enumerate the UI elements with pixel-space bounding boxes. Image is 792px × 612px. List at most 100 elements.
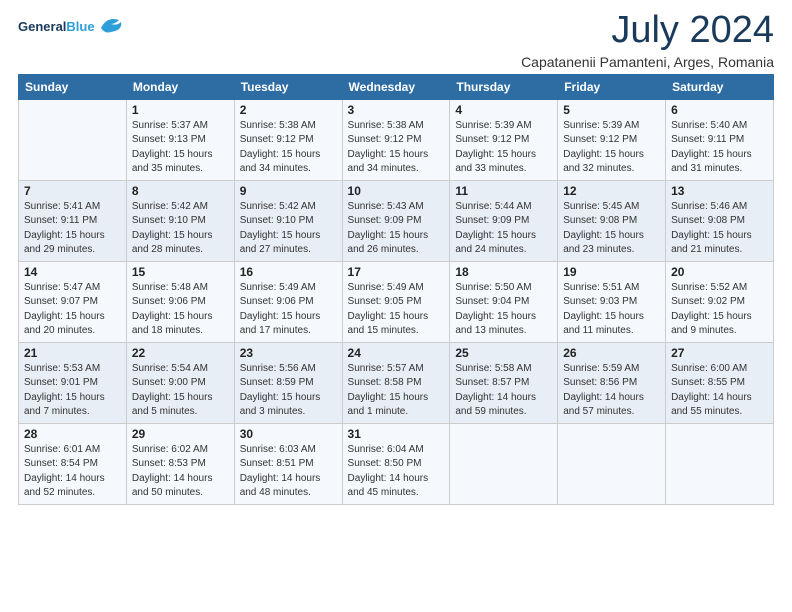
logo-blue: Blue: [66, 19, 94, 34]
day-info: Sunrise: 5:39 AMSunset: 9:12 PMDaylight:…: [455, 119, 552, 177]
day-number: 3: [348, 103, 445, 117]
weekday-header-tuesday: Tuesday: [234, 74, 342, 99]
day-number: 23: [240, 346, 337, 360]
day-cell: 24 Sunrise: 5:57 AMSunset: 8:58 PMDayligh…: [342, 342, 450, 423]
day-cell: 31 Sunrise: 6:04 AMSunset: 8:50 PMDayligh…: [342, 423, 450, 504]
day-cell: 8 Sunrise: 5:42 AMSunset: 9:10 PMDaylight…: [126, 180, 234, 261]
day-info: Sunrise: 6:01 AMSunset: 8:54 PMDaylight:…: [24, 443, 121, 501]
week-row-2: 7Sunrise: 5:41 AMSunset: 9:11 PMDaylight…: [19, 180, 774, 261]
day-info: Sunrise: 5:38 AMSunset: 9:12 PMDaylight:…: [348, 119, 445, 177]
day-cell: 14 Sunrise: 5:47 AMSunset: 9:07 PMDayligh…: [19, 261, 127, 342]
day-cell: 16 Sunrise: 5:49 AMSunset: 9:06 PMDayligh…: [234, 261, 342, 342]
day-info: Sunrise: 5:47 AMSunset: 9:07 PMDaylight:…: [24, 281, 121, 339]
day-info: Sunrise: 5:40 AMSunset: 9:11 PMDaylight:…: [671, 119, 768, 177]
day-cell: [666, 423, 774, 504]
day-info: Sunrise: 5:39 AMSunset: 9:12 PMDaylight:…: [563, 119, 660, 177]
day-cell: 13Sunrise: 5:46 AMSunset: 9:08 PMDayligh…: [666, 180, 774, 261]
day-cell: 18Sunrise: 5:50 AMSunset: 9:04 PMDayligh…: [450, 261, 558, 342]
day-number: 12: [563, 184, 660, 198]
day-info: Sunrise: 5:58 AMSunset: 8:57 PMDaylight:…: [455, 362, 552, 420]
day-number: 17: [348, 265, 445, 279]
day-number: 11: [455, 184, 552, 198]
day-number: 22: [132, 346, 229, 360]
weekday-header-sunday: Sunday: [19, 74, 127, 99]
day-info: Sunrise: 5:43 AMSunset: 9:09 PMDaylight:…: [348, 200, 445, 258]
day-number: 9: [240, 184, 337, 198]
day-cell: 25 Sunrise: 5:58 AMSunset: 8:57 PMDayligh…: [450, 342, 558, 423]
day-cell: 27Sunrise: 6:00 AMSunset: 8:55 PMDayligh…: [666, 342, 774, 423]
day-number: 19: [563, 265, 660, 279]
day-cell: 20Sunrise: 5:52 AMSunset: 9:02 PMDayligh…: [666, 261, 774, 342]
day-cell: 5 Sunrise: 5:39 AMSunset: 9:12 PMDaylight…: [558, 99, 666, 180]
day-number: 26: [563, 346, 660, 360]
day-cell: 1Sunrise: 5:37 AMSunset: 9:13 PMDaylight…: [126, 99, 234, 180]
day-cell: 30 Sunrise: 6:03 AMSunset: 8:51 PMDayligh…: [234, 423, 342, 504]
day-info: Sunrise: 5:56 AMSunset: 8:59 PMDaylight:…: [240, 362, 337, 420]
week-row-3: 14 Sunrise: 5:47 AMSunset: 9:07 PMDayligh…: [19, 261, 774, 342]
logo-general: General: [18, 19, 66, 34]
day-number: 16: [240, 265, 337, 279]
day-info: Sunrise: 5:46 AMSunset: 9:08 PMDaylight:…: [671, 200, 768, 258]
day-info: Sunrise: 5:48 AMSunset: 9:06 PMDaylight:…: [132, 281, 229, 339]
day-cell: 29Sunrise: 6:02 AMSunset: 8:53 PMDayligh…: [126, 423, 234, 504]
week-row-5: 28 Sunrise: 6:01 AMSunset: 8:54 PMDayligh…: [19, 423, 774, 504]
day-info: Sunrise: 6:04 AMSunset: 8:50 PMDaylight:…: [348, 443, 445, 501]
day-number: 10: [348, 184, 445, 198]
day-number: 6: [671, 103, 768, 117]
day-cell: 15 Sunrise: 5:48 AMSunset: 9:06 PMDayligh…: [126, 261, 234, 342]
month-title: July 2024: [521, 10, 774, 52]
location-title: Capatanenii Pamanteni, Arges, Romania: [521, 54, 774, 70]
day-info: Sunrise: 5:37 AMSunset: 9:13 PMDaylight:…: [132, 119, 229, 177]
day-cell: 12 Sunrise: 5:45 AMSunset: 9:08 PMDayligh…: [558, 180, 666, 261]
day-number: 25: [455, 346, 552, 360]
header: GeneralBlue July 2024 Capatanenii Pamant…: [18, 10, 774, 70]
weekday-header-thursday: Thursday: [450, 74, 558, 99]
day-number: 31: [348, 427, 445, 441]
day-number: 2: [240, 103, 337, 117]
day-info: Sunrise: 6:03 AMSunset: 8:51 PMDaylight:…: [240, 443, 337, 501]
day-cell: [450, 423, 558, 504]
day-info: Sunrise: 6:02 AMSunset: 8:53 PMDaylight:…: [132, 443, 229, 501]
day-cell: 11 Sunrise: 5:44 AMSunset: 9:09 PMDayligh…: [450, 180, 558, 261]
day-info: Sunrise: 5:38 AMSunset: 9:12 PMDaylight:…: [240, 119, 337, 177]
day-cell: 19Sunrise: 5:51 AMSunset: 9:03 PMDayligh…: [558, 261, 666, 342]
day-number: 5: [563, 103, 660, 117]
day-cell: 6 Sunrise: 5:40 AMSunset: 9:11 PMDaylight…: [666, 99, 774, 180]
day-cell: 4Sunrise: 5:39 AMSunset: 9:12 PMDaylight…: [450, 99, 558, 180]
day-number: 18: [455, 265, 552, 279]
day-number: 15: [132, 265, 229, 279]
day-number: 14: [24, 265, 121, 279]
day-info: Sunrise: 5:44 AMSunset: 9:09 PMDaylight:…: [455, 200, 552, 258]
day-cell: 2 Sunrise: 5:38 AMSunset: 9:12 PMDaylight…: [234, 99, 342, 180]
title-block: July 2024 Capatanenii Pamanteni, Arges, …: [521, 10, 774, 70]
weekday-header-friday: Friday: [558, 74, 666, 99]
day-info: Sunrise: 5:49 AMSunset: 9:06 PMDaylight:…: [240, 281, 337, 339]
day-cell: 21 Sunrise: 5:53 AMSunset: 9:01 PMDayligh…: [19, 342, 127, 423]
day-number: 8: [132, 184, 229, 198]
weekday-header-monday: Monday: [126, 74, 234, 99]
calendar-table: SundayMondayTuesdayWednesdayThursdayFrid…: [18, 74, 774, 505]
day-cell: [19, 99, 127, 180]
day-cell: 22 Sunrise: 5:54 AMSunset: 9:00 PMDayligh…: [126, 342, 234, 423]
day-cell: 26 Sunrise: 5:59 AMSunset: 8:56 PMDayligh…: [558, 342, 666, 423]
day-info: Sunrise: 5:42 AMSunset: 9:10 PMDaylight:…: [132, 200, 229, 258]
day-info: Sunrise: 5:57 AMSunset: 8:58 PMDaylight:…: [348, 362, 445, 420]
day-number: 24: [348, 346, 445, 360]
weekday-header-row: SundayMondayTuesdayWednesdayThursdayFrid…: [19, 74, 774, 99]
weekday-header-wednesday: Wednesday: [342, 74, 450, 99]
week-row-4: 21 Sunrise: 5:53 AMSunset: 9:01 PMDayligh…: [19, 342, 774, 423]
day-number: 21: [24, 346, 121, 360]
day-number: 28: [24, 427, 121, 441]
day-cell: 28 Sunrise: 6:01 AMSunset: 8:54 PMDayligh…: [19, 423, 127, 504]
day-info: Sunrise: 5:49 AMSunset: 9:05 PMDaylight:…: [348, 281, 445, 339]
day-info: Sunrise: 5:52 AMSunset: 9:02 PMDaylight:…: [671, 281, 768, 339]
day-cell: 17 Sunrise: 5:49 AMSunset: 9:05 PMDayligh…: [342, 261, 450, 342]
day-info: Sunrise: 5:54 AMSunset: 9:00 PMDaylight:…: [132, 362, 229, 420]
day-info: Sunrise: 5:45 AMSunset: 9:08 PMDaylight:…: [563, 200, 660, 258]
day-info: Sunrise: 5:42 AMSunset: 9:10 PMDaylight:…: [240, 200, 337, 258]
day-number: 7: [24, 184, 121, 198]
day-number: 30: [240, 427, 337, 441]
page: GeneralBlue July 2024 Capatanenii Pamant…: [0, 0, 792, 612]
day-info: Sunrise: 5:53 AMSunset: 9:01 PMDaylight:…: [24, 362, 121, 420]
day-info: Sunrise: 5:59 AMSunset: 8:56 PMDaylight:…: [563, 362, 660, 420]
